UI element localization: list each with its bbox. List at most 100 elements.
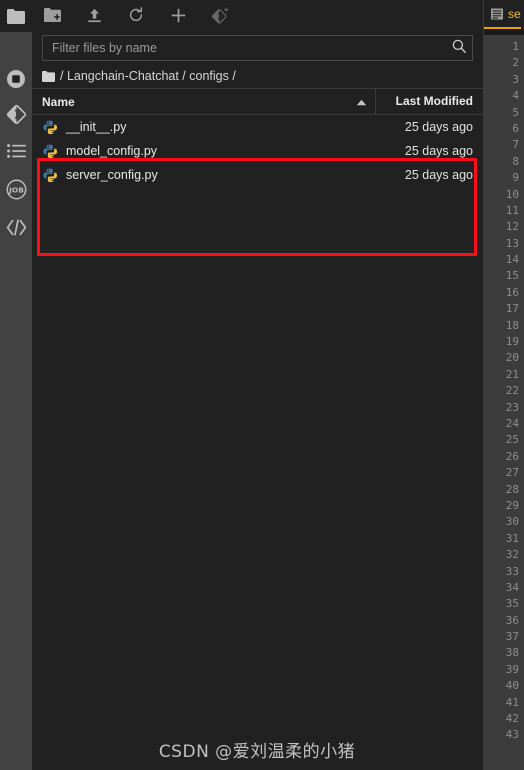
editor-line-number-gutter: 1 2 3 4 5 6 7 8 9 10 11 12 13 14 15 16 17 18 19 20 21 22 23 24 2… [484,35,524,744]
line-number: 36 [505,613,519,627]
line-number: 33 [505,564,519,578]
table-row[interactable]: model_config.py 25 days ago [32,139,483,163]
editor-content-area[interactable]: 1 2 3 4 5 6 7 8 9 10 11 12 13 14 15 16 17 18 19 20 21 22 23 24 2… [484,35,524,770]
sidebar-item-extension-manager[interactable] [0,208,32,246]
editor-tab-bar: se [484,0,524,29]
file-browser-toolbar [32,0,483,30]
new-folder-button[interactable] [38,3,66,27]
plus-icon [171,8,186,23]
python-file-icon [43,120,58,135]
line-number: 20 [505,351,519,365]
new-folder-icon [43,8,61,22]
line-number: 35 [505,597,519,611]
activity-gap-1 [0,32,32,62]
search-icon[interactable] [452,39,466,58]
column-header-last-modified[interactable]: Last Modified [375,89,483,114]
file-name-label: model_config.py [66,144,158,158]
sidebar-item-jobs[interactable]: JOB [0,170,32,208]
code-brackets-icon [6,219,27,236]
file-modified-label: 25 days ago [404,144,473,158]
line-number: 40 [505,679,519,693]
python-file-icon [43,144,58,159]
line-number: 37 [505,630,519,644]
upload-files-button[interactable] [80,3,108,27]
line-number: 25 [505,433,519,447]
editor-tab[interactable]: se [484,0,521,29]
line-number: 13 [505,236,519,250]
line-number: 38 [505,646,519,660]
sidebar-item-file-browser[interactable] [0,0,32,32]
git-diamond-icon [6,104,27,125]
folder-icon [7,8,25,24]
file-row-name-cell[interactable]: server_config.py [32,168,375,183]
line-number: 41 [505,695,519,709]
column-header-name[interactable]: Name [32,95,375,109]
line-number: 7 [512,138,519,152]
column-header-name-label: Name [42,94,75,109]
caret-up-icon[interactable] [356,95,367,109]
activity-bar: JOB [0,0,32,770]
file-name-label: server_config.py [66,168,158,182]
job-circle-icon: JOB [6,179,27,200]
file-row-name-cell[interactable]: model_config.py [32,144,375,159]
sidebar-item-git[interactable] [0,96,32,132]
file-modified-label: 25 days ago [404,120,473,134]
line-number: 3 [512,72,519,86]
line-number: 1 [512,40,519,53]
git-diamond-plus-icon [211,7,229,24]
refresh-icon [128,7,144,23]
line-number: 16 [505,285,519,299]
breadcrumb-home-folder-icon[interactable] [42,70,55,82]
file-list-header: Name Last Modified [32,88,483,115]
stop-circle-icon [6,69,26,89]
line-number: 22 [505,384,519,398]
line-number: 43 [505,728,519,742]
table-row[interactable]: __init__.py 25 days ago [32,115,483,139]
line-number: 10 [505,187,519,201]
line-number: 21 [505,367,519,381]
line-number: 6 [512,121,519,135]
list-icon [6,144,26,158]
line-number: 32 [505,548,519,562]
filter-files-box[interactable] [42,35,473,61]
line-number: 39 [505,662,519,676]
line-number: 42 [505,712,519,726]
line-number: 15 [505,269,519,283]
sidebar-item-table-of-contents[interactable] [0,132,32,170]
line-number: 12 [505,220,519,234]
breadcrumb-path[interactable]: / Langchain-Chatchat / configs / [60,69,236,83]
file-name-label: __init__.py [66,120,127,134]
line-number: 9 [512,171,519,185]
line-number: 5 [512,105,519,119]
text-file-icon [490,7,504,21]
breadcrumb[interactable]: / Langchain-Chatchat / configs / [32,64,483,88]
line-number: 31 [505,531,519,545]
line-number: 27 [505,466,519,480]
file-list: __init__.py 25 days ago model_config.py … [32,115,483,770]
svg-text:JOB: JOB [8,185,24,194]
table-row[interactable]: server_config.py 25 days ago [32,163,483,187]
file-modified-label: 25 days ago [404,168,473,182]
upload-icon [87,8,102,23]
line-number: 29 [505,498,519,512]
sidebar-item-running[interactable] [0,62,32,96]
refresh-file-list-button[interactable] [122,3,150,27]
new-launcher-button[interactable] [164,3,192,27]
line-number: 4 [512,89,519,103]
line-number: 23 [505,400,519,414]
git-clone-button[interactable] [206,3,234,27]
line-number: 26 [505,449,519,463]
line-number: 30 [505,515,519,529]
file-row-name-cell[interactable]: __init__.py [32,120,375,135]
line-number: 14 [505,253,519,267]
filter-files-input[interactable] [52,41,448,55]
line-number: 11 [505,203,519,217]
editor-tab-label: se [508,6,521,21]
line-number: 34 [505,580,519,594]
line-number: 8 [512,154,519,168]
line-number: 19 [505,335,519,349]
jupyterlab-window: JOB Filter files by name / Langchain-Cha… [0,0,524,770]
line-number: 2 [512,56,519,70]
line-number: 17 [505,302,519,316]
line-number: 28 [505,482,519,496]
